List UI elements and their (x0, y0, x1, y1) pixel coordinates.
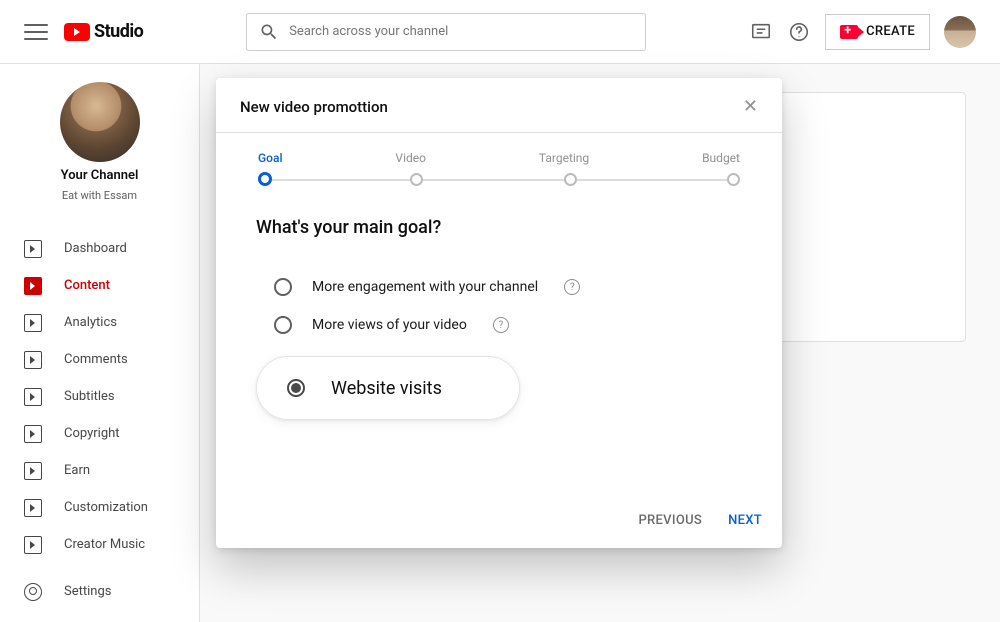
sidebar-item-earn[interactable]: Earn (0, 452, 199, 489)
step-targeting[interactable]: Targeting (539, 151, 589, 165)
creator-music-icon (24, 536, 42, 554)
sidebar-item-creator-music[interactable]: Creator Music (0, 526, 199, 563)
copyright-icon (24, 425, 42, 443)
close-icon[interactable]: ✕ (743, 98, 758, 116)
sidebar-item-comments[interactable]: Comments (0, 341, 199, 378)
help-icon[interactable] (787, 20, 811, 44)
step-dot-targeting (564, 173, 577, 186)
previous-button[interactable]: PREVIOUS (638, 513, 702, 528)
channel-card[interactable]: Your Channel Eat with Essam (0, 82, 199, 220)
help-icon[interactable]: ? (493, 317, 509, 333)
step-dot-video (410, 173, 423, 186)
sidebar: Your Channel Eat with Essam Dashboard Co… (0, 64, 200, 622)
goal-option-label: More views of your video (312, 317, 467, 333)
modal-title: New video promottion (240, 98, 388, 116)
sidebar-item-label: Subtitles (64, 389, 115, 404)
sidebar-item-copyright[interactable]: Copyright (0, 415, 199, 452)
channel-avatar (60, 82, 140, 162)
studio-logo[interactable]: Studio (64, 21, 143, 42)
sidebar-item-label: Creator Music (64, 537, 145, 552)
search-placeholder: Search across your channel (289, 24, 448, 39)
logo-text: Studio (94, 21, 143, 42)
goal-option-engagement[interactable]: More engagement with your channel ? (274, 268, 742, 306)
sidebar-item-customization[interactable]: Customization (0, 489, 199, 526)
radio-selected-icon (287, 379, 305, 397)
goal-option-label: Website visits (331, 378, 442, 399)
gear-icon (24, 583, 42, 601)
sidebar-item-subtitles[interactable]: Subtitles (0, 378, 199, 415)
dashboard-icon (24, 240, 42, 258)
sidebar-item-label: Copyright (64, 426, 120, 441)
sidebar-item-label: Customization (64, 500, 148, 515)
sidebar-item-label: Content (64, 278, 110, 293)
sidebar-item-settings[interactable]: Settings (0, 573, 199, 610)
new-video-promotion-modal: New video promottion ✕ Goal Video Target… (216, 78, 782, 548)
subtitles-icon (24, 388, 42, 406)
progress-stepper: Goal Video Targeting Budget (216, 133, 782, 187)
sidebar-item-content[interactable]: Content (0, 267, 199, 304)
sidebar-item-label: Earn (64, 463, 90, 478)
help-icon[interactable]: ? (564, 279, 580, 295)
earn-icon (24, 462, 42, 480)
create-label: CREATE (866, 24, 915, 39)
goal-option-website-visits[interactable]: Website visits (256, 356, 520, 420)
account-avatar[interactable] (944, 16, 976, 48)
channel-subtitle: Eat with Essam (62, 189, 137, 202)
sidebar-item-analytics[interactable]: Analytics (0, 304, 199, 341)
next-button[interactable]: NEXT (728, 513, 762, 528)
content-icon (24, 277, 42, 295)
step-dot-goal (258, 172, 272, 186)
sidebar-item-label: Settings (64, 584, 111, 599)
search-input[interactable]: Search across your channel (246, 13, 646, 51)
radio-icon (274, 278, 292, 296)
goal-option-views[interactable]: More views of your video ? (274, 306, 742, 344)
goal-question: What's your main goal? (256, 217, 742, 238)
sidebar-item-label: Analytics (64, 315, 117, 330)
sidebar-item-label: Dashboard (64, 241, 127, 256)
create-button[interactable]: CREATE (825, 14, 930, 50)
channel-name: Your Channel (61, 168, 139, 183)
search-icon (259, 22, 279, 42)
step-video[interactable]: Video (395, 151, 426, 165)
app-header: Studio Search across your channel CREATE (0, 0, 1000, 64)
youtube-play-icon (64, 23, 90, 41)
sidebar-item-label: Comments (64, 352, 128, 367)
menu-icon[interactable] (24, 20, 48, 44)
create-camera-icon (840, 25, 858, 39)
sidebar-item-dashboard[interactable]: Dashboard (0, 230, 199, 267)
step-dot-budget (727, 173, 740, 186)
analytics-icon (24, 314, 42, 332)
step-goal[interactable]: Goal (258, 151, 283, 165)
step-budget[interactable]: Budget (702, 151, 740, 165)
customization-icon (24, 499, 42, 517)
radio-icon (274, 316, 292, 334)
feedback-icon[interactable] (749, 20, 773, 44)
comments-icon (24, 351, 42, 369)
goal-option-label: More engagement with your channel (312, 279, 538, 295)
